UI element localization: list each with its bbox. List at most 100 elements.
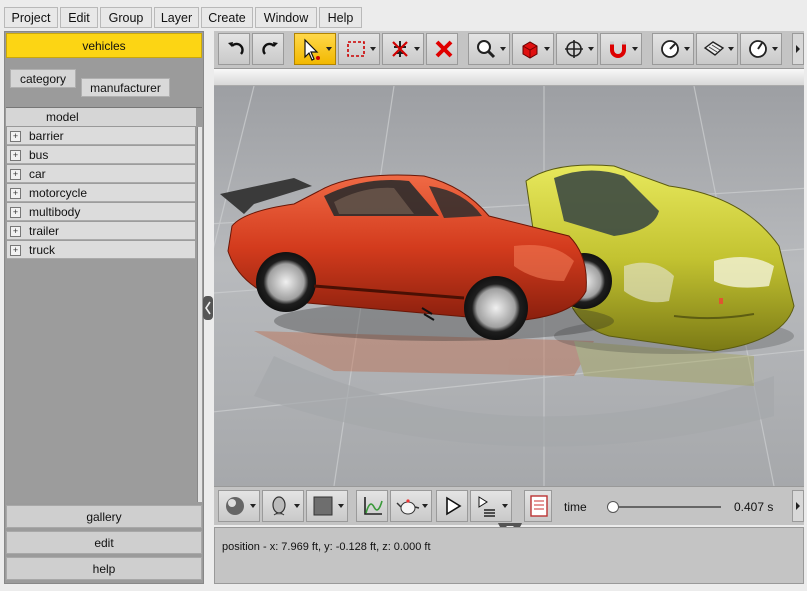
list-item-label: bus <box>29 148 49 162</box>
graph-button[interactable] <box>356 490 388 522</box>
expand-icon[interactable]: + <box>10 245 21 256</box>
chevron-down-icon[interactable] <box>632 47 638 51</box>
chevron-down-icon[interactable] <box>728 47 734 51</box>
delete-button[interactable] <box>426 33 458 65</box>
chevron-down-icon[interactable] <box>414 47 420 51</box>
time-label: time <box>564 500 587 514</box>
list-header[interactable]: model <box>6 108 196 127</box>
background-color-button[interactable] <box>306 490 348 522</box>
select-arrow-icon <box>304 38 320 61</box>
play-icon <box>446 496 462 516</box>
vehicles-tab[interactable]: vehicles <box>6 33 202 58</box>
menu-project[interactable]: Project <box>4 7 58 28</box>
redo-button[interactable] <box>252 33 284 65</box>
edit-button[interactable]: edit <box>6 531 202 554</box>
time-value: 0.407 s <box>734 500 774 514</box>
3d-viewport[interactable] <box>214 86 804 486</box>
chevron-down-icon[interactable] <box>502 504 508 508</box>
list-scrollbar[interactable] <box>197 127 202 502</box>
teapot-icon <box>396 499 420 515</box>
graph-icon <box>364 497 383 515</box>
chevron-down-icon[interactable] <box>326 47 332 51</box>
list-item[interactable]: + motorcycle <box>7 184 195 202</box>
delete-constraint-button[interactable] <box>382 33 424 65</box>
magnet-icon <box>610 41 626 58</box>
list-item[interactable]: + barrier <box>7 127 195 145</box>
gauge-button[interactable] <box>740 33 782 65</box>
expand-icon[interactable]: + <box>10 226 21 237</box>
playback-toolbar: time 0.407 s <box>214 486 804 525</box>
chevron-right-icon <box>796 502 800 510</box>
delete-x-icon <box>435 40 453 58</box>
scene-render[interactable] <box>214 86 804 486</box>
viewport-ribbon <box>214 69 804 86</box>
material-button[interactable] <box>218 490 260 522</box>
avatar-button[interactable] <box>262 490 304 522</box>
list-item[interactable]: + multibody <box>7 203 195 221</box>
zoom-icon <box>477 40 496 59</box>
undo-button[interactable] <box>218 33 250 65</box>
sphere-icon <box>226 497 244 515</box>
chevron-down-icon[interactable] <box>500 47 506 51</box>
play-button[interactable] <box>436 490 468 522</box>
status-panel: position - x: 7.969 ft, y: -0.128 ft, z:… <box>214 527 804 584</box>
menu-group[interactable]: Group <box>100 7 152 28</box>
manufacturer-tab[interactable]: manufacturer <box>81 78 170 97</box>
list-item-label: truck <box>29 243 56 257</box>
teapot-button[interactable] <box>390 490 432 522</box>
list-item[interactable]: + bus <box>7 146 195 164</box>
menu-layer[interactable]: Layer <box>154 7 199 28</box>
rotate-icon <box>661 40 679 58</box>
chevron-down-icon[interactable] <box>250 504 256 508</box>
report-button[interactable] <box>524 490 552 522</box>
menu-create[interactable]: Create <box>201 7 253 28</box>
time-slider-thumb[interactable] <box>607 501 620 513</box>
toolbar-overflow-button[interactable] <box>792 33 804 65</box>
list-item[interactable]: + truck <box>7 241 195 259</box>
list-item[interactable]: + car <box>7 165 195 183</box>
play-list-icon <box>478 496 495 517</box>
model-list: model + barrier + bus + car + motorcycle + mu… <box>6 107 202 503</box>
rotate-button[interactable] <box>652 33 694 65</box>
panel-collapse-handle[interactable] <box>203 296 213 320</box>
list-item-label: motorcycle <box>29 186 88 200</box>
chevron-down-icon[interactable] <box>370 47 376 51</box>
help-button[interactable]: help <box>6 557 202 580</box>
gauge-icon <box>749 40 767 58</box>
surface-icon <box>703 41 725 56</box>
selection-rect-button[interactable] <box>338 33 380 65</box>
list-item[interactable]: + trailer <box>7 222 195 240</box>
expand-icon[interactable]: + <box>10 150 21 161</box>
expand-icon[interactable]: + <box>10 188 21 199</box>
list-item-label: barrier <box>29 129 64 143</box>
expand-icon[interactable]: + <box>10 169 21 180</box>
gallery-button[interactable]: gallery <box>6 505 202 528</box>
zoom-button[interactable] <box>468 33 510 65</box>
chevron-down-icon[interactable] <box>772 47 778 51</box>
surface-button[interactable] <box>696 33 738 65</box>
create-object-button[interactable] <box>512 33 554 65</box>
menu-bar: Project Edit Group Layer Create Window H… <box>0 0 807 30</box>
expand-icon[interactable]: + <box>10 207 21 218</box>
playlist-button[interactable] <box>470 490 512 522</box>
chevron-down-icon[interactable] <box>294 504 300 508</box>
chevron-down-icon[interactable] <box>588 47 594 51</box>
chevron-down-icon[interactable] <box>684 47 690 51</box>
redo-icon <box>262 42 278 55</box>
time-slider-track[interactable] <box>611 506 721 508</box>
chevron-down-icon[interactable] <box>544 47 550 51</box>
move-icon <box>565 40 583 58</box>
chevron-down-icon[interactable] <box>338 504 344 508</box>
menu-window[interactable]: Window <box>255 7 317 28</box>
expand-icon[interactable]: + <box>10 131 21 142</box>
list-item-label: trailer <box>29 224 60 238</box>
select-tool-button[interactable] <box>294 33 336 65</box>
playback-overflow-button[interactable] <box>792 490 804 522</box>
move-button[interactable] <box>556 33 598 65</box>
magnet-button[interactable] <box>600 33 642 65</box>
category-tab[interactable]: category <box>10 69 76 88</box>
menu-edit[interactable]: Edit <box>60 7 98 28</box>
document-icon <box>530 495 548 517</box>
menu-help[interactable]: Help <box>319 7 362 28</box>
chevron-down-icon[interactable] <box>422 504 428 508</box>
